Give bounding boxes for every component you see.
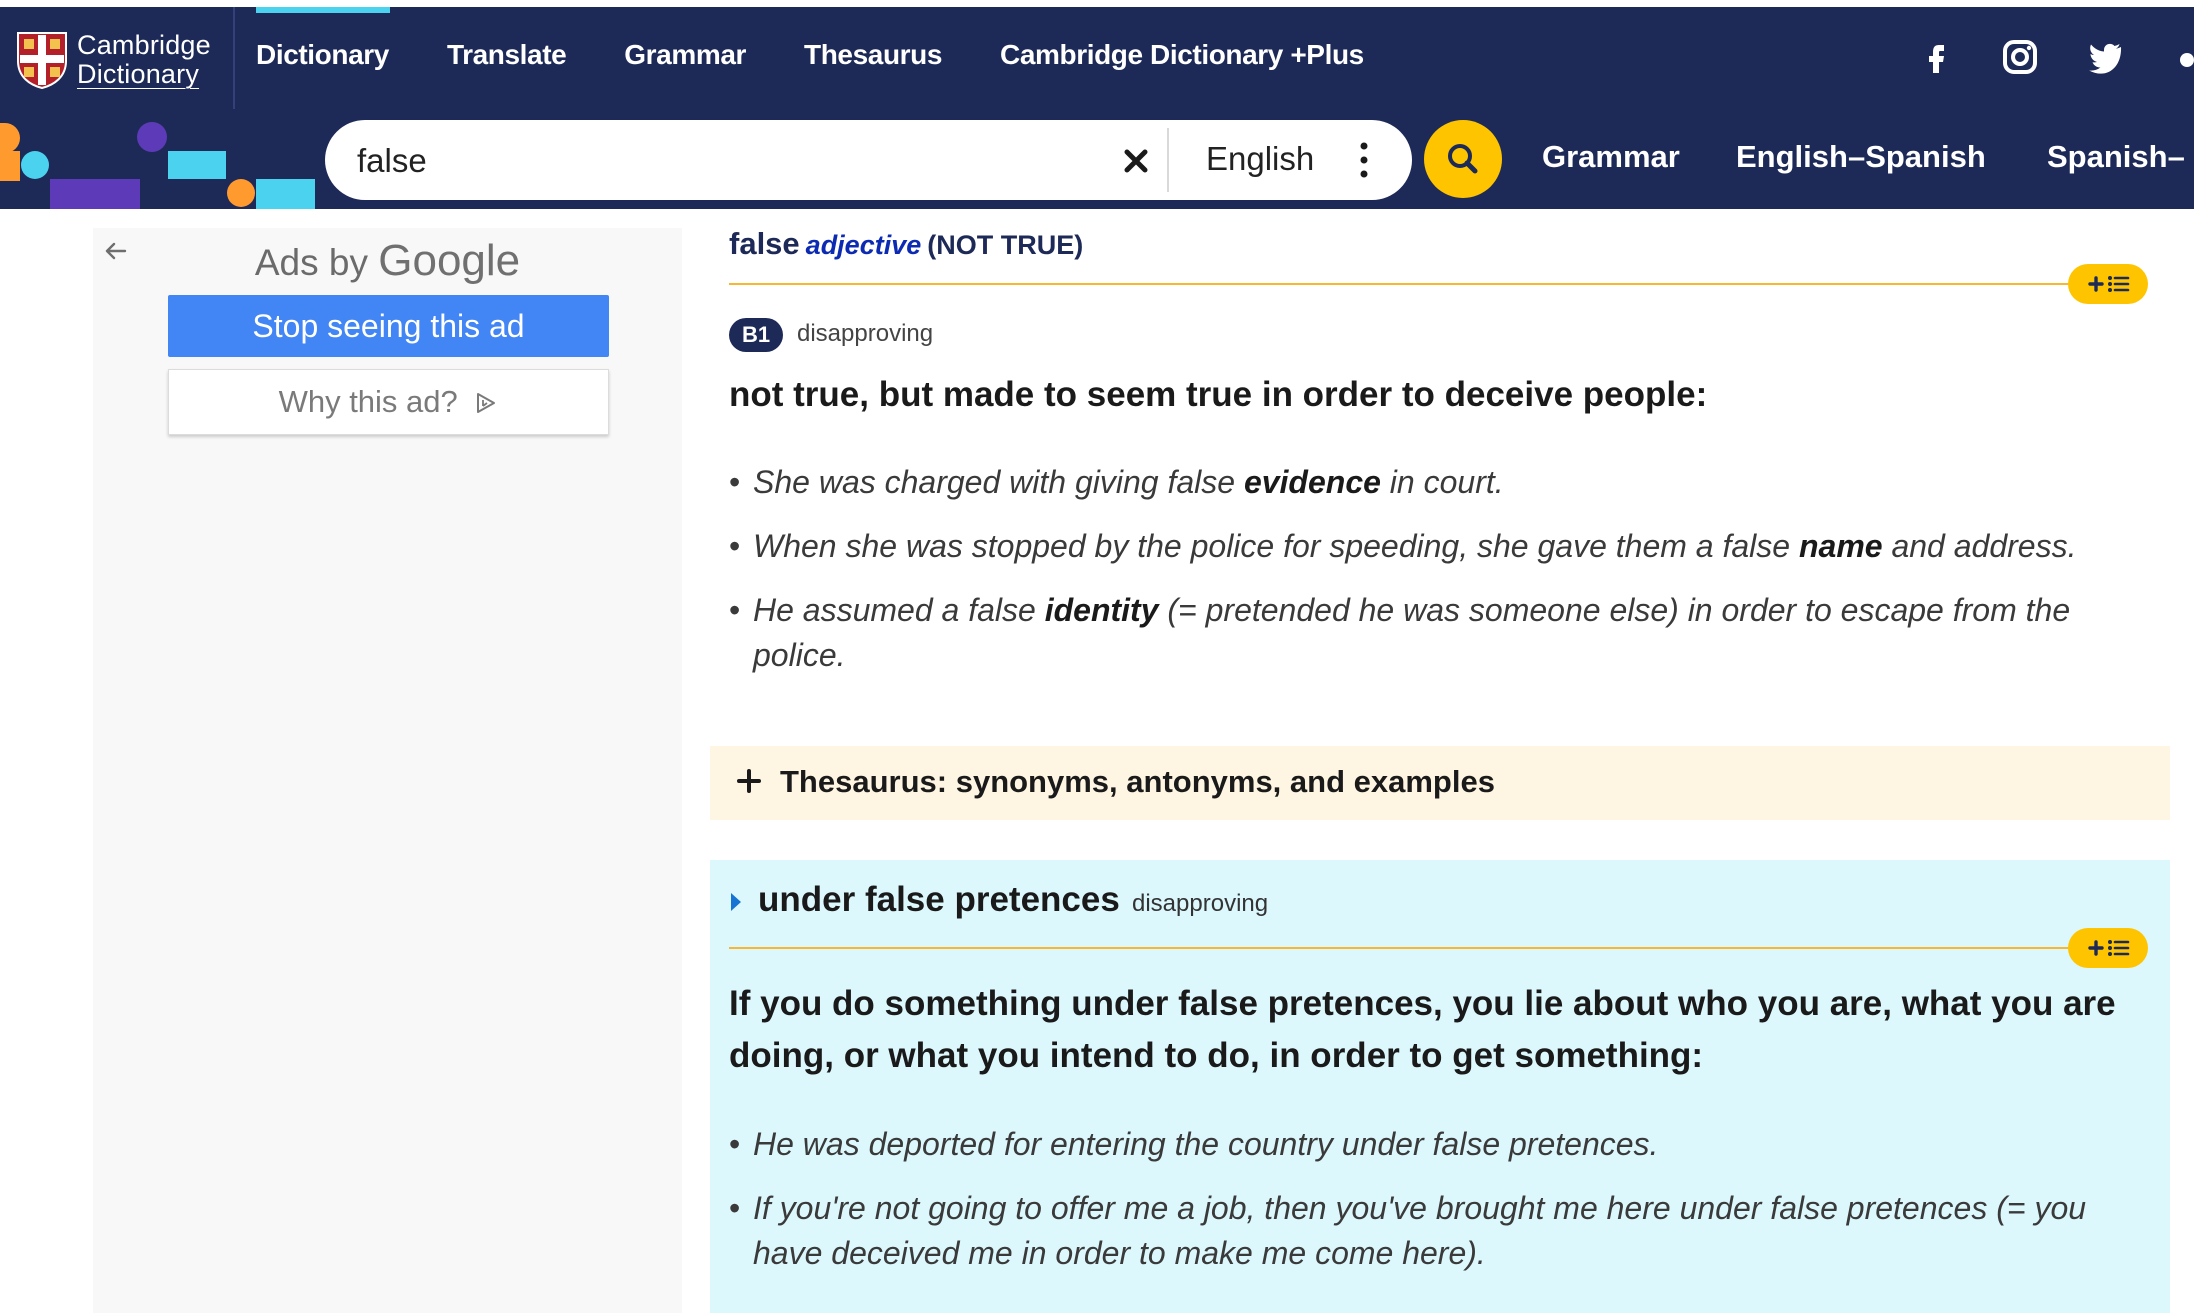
decor-shape <box>21 151 49 179</box>
example-keyword: identity <box>1044 592 1159 628</box>
ad-panel: Ads by Google Stop seeing this ad Why th… <box>93 228 682 1313</box>
nav-translate[interactable]: Translate <box>447 39 567 71</box>
decor-shape <box>256 179 315 209</box>
main-nav: Dictionary Translate Grammar Thesaurus C… <box>256 39 1422 71</box>
example-text: When she was stopped by the police for s… <box>753 528 1799 564</box>
example-keyword: name <box>1798 528 1883 564</box>
example-text: and address. <box>1882 528 2077 564</box>
overflow-icon <box>2180 53 2194 67</box>
example-text: She was charged with giving false <box>753 464 1244 500</box>
usage-label: disapproving <box>797 320 934 347</box>
decor-shape <box>168 151 226 179</box>
decor-shape <box>0 151 20 181</box>
headword: false <box>729 226 800 261</box>
google-wordmark: Google <box>378 236 521 285</box>
adchoices-icon <box>477 393 496 413</box>
part-of-speech: adjective <box>805 230 922 260</box>
idiom-headword[interactable]: under false pretences <box>758 880 1120 920</box>
search-input[interactable] <box>355 130 1119 192</box>
add-to-word-list-button[interactable] <box>2068 264 2148 304</box>
brand-line-2: Dictionary <box>77 59 200 89</box>
example-text: in court. <box>1380 464 1504 500</box>
idiom-usage-label: disapproving <box>1132 890 1269 917</box>
guideword: (NOT TRUE) <box>927 230 1084 260</box>
entry-header: false adjective (NOT TRUE) <box>729 226 1083 262</box>
idiom-example-list: He was deported for entering the country… <box>729 1122 2104 1295</box>
twitter-icon[interactable] <box>2086 37 2126 77</box>
plus-list-icon <box>2088 276 2130 292</box>
decor-shape <box>137 122 167 152</box>
idiom-example-sentence: If you're not going to offer me a job, t… <box>729 1186 2104 1276</box>
example-text: He assumed a false <box>753 592 1045 628</box>
ads-by-google: Ads by Google <box>93 236 682 286</box>
example-sentence: She was charged with giving false eviden… <box>729 460 2104 505</box>
logo-divider <box>233 7 235 109</box>
idiom-definition: If you do something under false pretence… <box>729 984 2116 1075</box>
example-sentence: When she was stopped by the police for s… <box>729 524 2104 569</box>
decor-shape <box>50 179 140 209</box>
example-keyword: evidence <box>1243 464 1381 500</box>
cefr-level-badge: B1 <box>729 318 783 352</box>
search-divider <box>1167 128 1169 192</box>
why-this-ad-label: Why this ad? <box>278 384 458 419</box>
decor-shape <box>227 179 255 207</box>
top-navigation: Cambridge Dictionary Dictionary Translat… <box>0 7 2194 109</box>
dictionary-language-select[interactable]: English <box>1206 140 1314 178</box>
ads-by-label: Ads by <box>254 242 368 283</box>
definition: not true, but made to seem true in order… <box>729 375 1708 414</box>
idiom-example-sentence: He was deported for entering the country… <box>729 1122 2104 1167</box>
link-spanish-english[interactable]: Spanish– <box>2047 139 2185 175</box>
plus-list-icon <box>2088 940 2130 956</box>
instagram-icon[interactable] <box>2000 37 2040 77</box>
idiom-divider <box>729 947 2074 949</box>
nav-thesaurus[interactable]: Thesaurus <box>804 39 942 71</box>
add-idiom-to-word-list-button[interactable] <box>2068 928 2148 968</box>
search-icon <box>1448 144 1478 174</box>
caret-right-icon[interactable] <box>729 891 743 913</box>
cambridge-shield-icon <box>17 32 67 89</box>
link-grammar[interactable]: Grammar <box>1542 139 1680 175</box>
search-band: English Grammar English–Spanish Spanish– <box>0 109 2194 209</box>
thesaurus-expander[interactable]: Thesaurus: synonyms, antonyms, and examp… <box>710 746 2170 820</box>
nav-grammar[interactable]: Grammar <box>624 39 746 71</box>
nav-dictionary[interactable]: Dictionary <box>256 39 389 71</box>
nav-dictionary-plus[interactable]: Cambridge Dictionary +Plus <box>1000 39 1364 71</box>
link-english-spanish[interactable]: English–Spanish <box>1736 139 1986 175</box>
stop-seeing-ad-button[interactable]: Stop seeing this ad <box>168 295 609 357</box>
search-button[interactable] <box>1424 120 1502 198</box>
example-sentence: He assumed a false identity (= pretended… <box>729 588 2104 678</box>
facebook-icon[interactable] <box>1916 37 1956 77</box>
plus-icon <box>737 769 761 793</box>
example-list: She was charged with giving false eviden… <box>729 460 2104 697</box>
entry-divider <box>729 283 2074 285</box>
more-options-icon[interactable] <box>1357 138 1371 182</box>
why-this-ad-button[interactable]: Why this ad? <box>168 369 609 435</box>
cambridge-logo[interactable]: Cambridge Dictionary <box>16 25 216 93</box>
thesaurus-label: Thesaurus: synonyms, antonyms, and examp… <box>780 764 1495 799</box>
clear-search-icon[interactable] <box>1117 142 1155 180</box>
brand-line-1: Cambridge <box>77 30 211 60</box>
search-box: English <box>325 120 1412 200</box>
brand-name: Cambridge Dictionary <box>77 31 211 89</box>
active-tab-indicator <box>256 7 390 13</box>
decor-shape <box>0 123 20 153</box>
